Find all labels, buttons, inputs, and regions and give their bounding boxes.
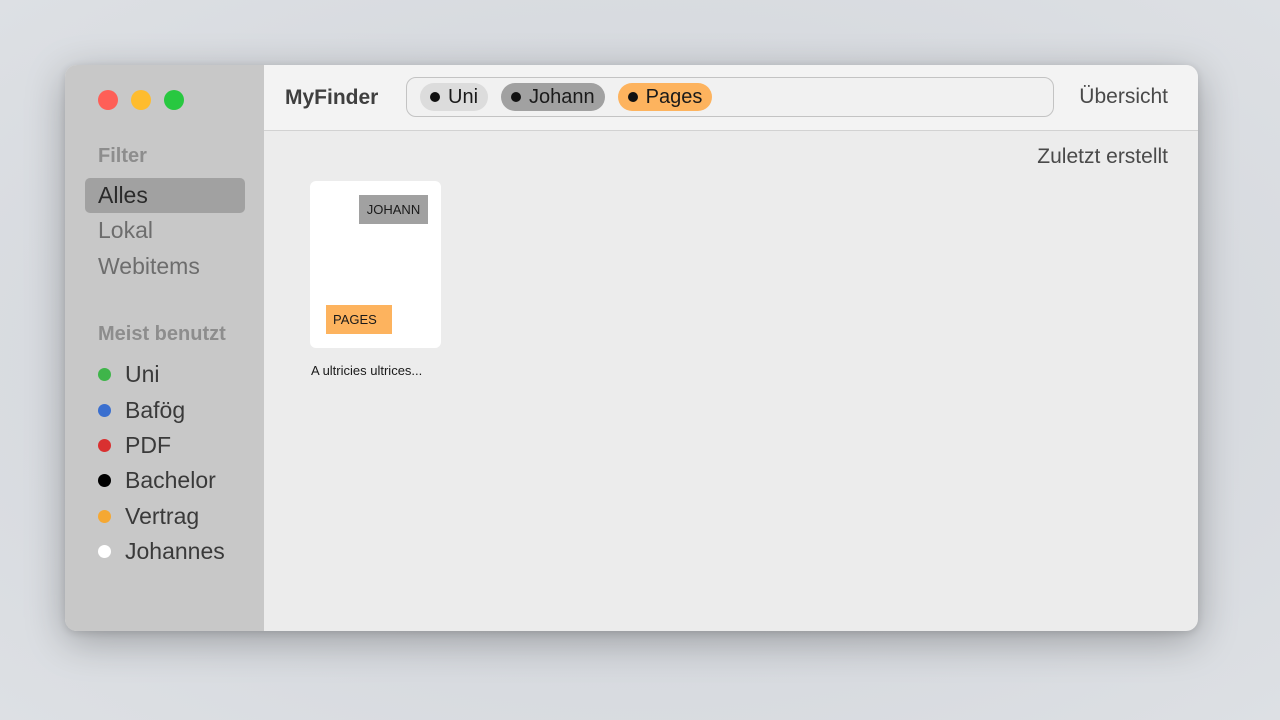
main-content: MyFinder Uni Johann Pages Übersicht Zule…	[264, 65, 1198, 631]
tag-color-dot-icon	[98, 368, 111, 382]
search-token-johann[interactable]: Johann	[501, 83, 605, 111]
minimize-window-button[interactable]	[131, 90, 151, 110]
finder-window: Filter Alles Lokal Webitems Meist benutz…	[65, 65, 1198, 631]
tag-color-dot-icon	[98, 509, 111, 523]
tag-label: Vertrag	[125, 502, 200, 529]
token-label: Uni	[448, 85, 479, 108]
token-dot-icon	[627, 92, 638, 102]
token-dot-icon	[430, 92, 440, 102]
sort-order-button[interactable]: Zuletzt erstellt	[1037, 145, 1168, 169]
toolbar: MyFinder Uni Johann Pages Übersicht	[264, 65, 1198, 131]
file-tag-badge: JOHANN	[359, 195, 428, 224]
tag-label: Bafög	[125, 396, 186, 423]
tag-label: Bachelor	[125, 467, 216, 494]
token-label: Pages	[645, 85, 703, 108]
filter-heading: Filter	[98, 145, 147, 167]
token-label: Johann	[529, 85, 595, 108]
zoom-window-button[interactable]	[164, 90, 184, 110]
sidebar-tag-vertrag[interactable]: Vertrag	[98, 499, 225, 534]
search-token-uni[interactable]: Uni	[420, 83, 489, 111]
tag-label: Uni	[125, 361, 160, 388]
tag-label: PDF	[125, 431, 171, 458]
sidebar-item-webitems[interactable]: Webitems	[85, 249, 245, 284]
most-used-heading: Meist benutzt	[98, 323, 226, 345]
token-dot-icon	[511, 92, 522, 102]
tag-color-dot-icon	[98, 403, 111, 417]
app-title: MyFinder	[285, 86, 379, 109]
tag-search-field[interactable]: Uni Johann Pages	[406, 77, 1054, 117]
close-window-button[interactable]	[98, 90, 118, 110]
tag-label: Johannes	[125, 538, 225, 565]
sidebar-tag-pdf[interactable]: PDF	[98, 428, 225, 463]
sidebar-tag-bachelor[interactable]: Bachelor	[98, 463, 225, 498]
sidebar: Filter Alles Lokal Webitems Meist benutz…	[65, 65, 264, 631]
sidebar-item-alles[interactable]: Alles	[85, 178, 245, 213]
sidebar-tag-johannes[interactable]: Johannes	[98, 534, 225, 569]
sidebar-item-lokal[interactable]: Lokal	[85, 213, 245, 248]
sidebar-tag-uni[interactable]: Uni	[98, 357, 225, 392]
window-controls	[98, 90, 184, 110]
tag-color-dot-icon	[98, 545, 111, 559]
sidebar-tag-bafoeg[interactable]: Bafög	[98, 392, 225, 427]
overview-button[interactable]: Übersicht	[1079, 85, 1168, 109]
filter-list: Alles Lokal Webitems	[85, 178, 245, 284]
file-thumbnail[interactable]: JOHANN PAGES	[310, 181, 441, 348]
most-used-tag-list: Uni Bafög PDF Bachelor Vertrag Johannes	[98, 357, 225, 569]
search-token-pages[interactable]: Pages	[617, 83, 713, 111]
tag-color-dot-icon	[98, 438, 111, 452]
file-name-label[interactable]: A ultricies ultrices...	[311, 363, 451, 378]
tag-color-dot-icon	[98, 474, 111, 488]
file-tag-badge: PAGES	[326, 305, 392, 334]
